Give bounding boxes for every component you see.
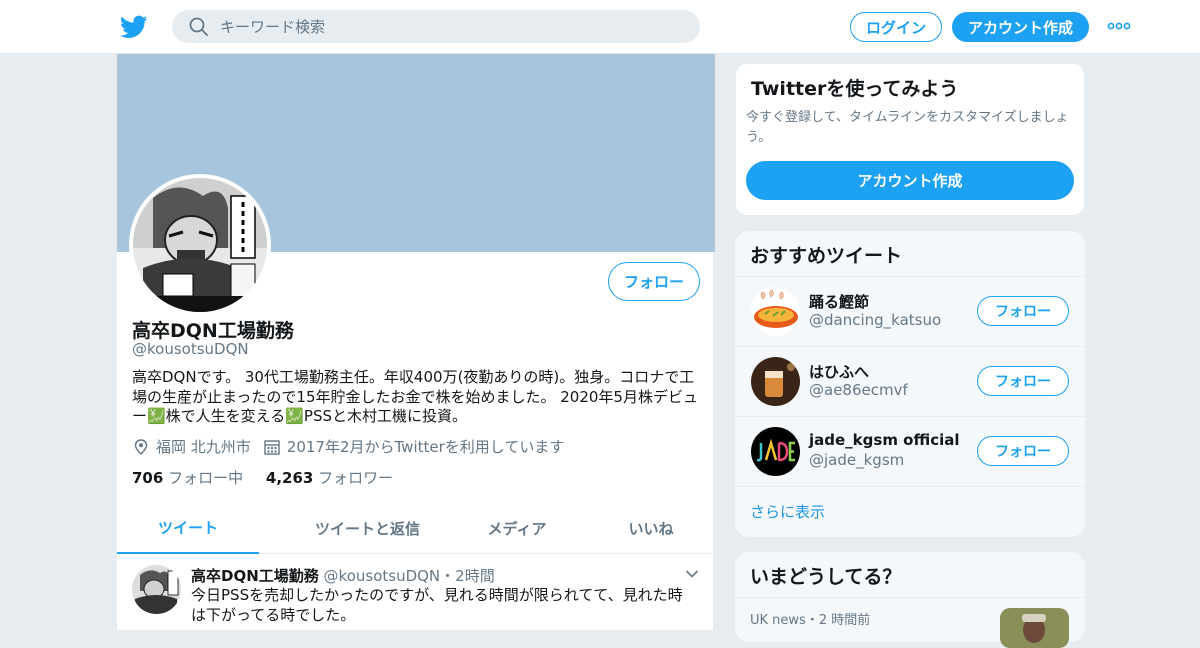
profile-location: 福岡 北九州市 bbox=[156, 438, 251, 456]
tab-likes[interactable]: いいね bbox=[605, 502, 697, 554]
recommended-name[interactable]: jade_kgsm official bbox=[809, 431, 960, 449]
search-box bbox=[172, 10, 700, 43]
twitter-logo-icon[interactable] bbox=[120, 13, 148, 41]
trend-time: 2 時間前 bbox=[818, 613, 871, 628]
signup-button[interactable]: アカウント作成 bbox=[952, 12, 1089, 42]
profile-bio: 高卒DQNです。 30代工場勤務主任。年収400万(夜勤ありの時)。独身。コロナ… bbox=[132, 368, 698, 425]
login-button[interactable]: ログイン bbox=[850, 12, 942, 42]
signup-card-button[interactable]: アカウント作成 bbox=[746, 161, 1074, 200]
recommended-name[interactable]: 踊る鰹節 bbox=[809, 291, 869, 312]
follow-button[interactable]: フォロー bbox=[608, 262, 700, 301]
recommended-handle[interactable]: @jade_kgsm bbox=[809, 451, 904, 469]
tweet-header: 高卒DQN工場勤務 @kousotsuDQN・2時間 bbox=[191, 565, 495, 586]
following-label: フォロー中 bbox=[168, 469, 244, 487]
tab-tweets[interactable]: ツイート bbox=[117, 502, 259, 554]
trends-card: いまどうしてる？ UK news・2 時間前 bbox=[735, 552, 1085, 648]
avatar-image bbox=[133, 178, 267, 312]
followers-label: フォロワー bbox=[318, 469, 394, 487]
recommended-avatar[interactable] bbox=[751, 357, 800, 406]
recommended-name[interactable]: はひふへ bbox=[809, 361, 869, 382]
trend-source: UK news bbox=[750, 613, 806, 628]
followers-count: 4,263 bbox=[265, 469, 314, 487]
top-bar: ログイン アカウント作成 bbox=[0, 0, 1200, 54]
calendar-icon bbox=[264, 439, 280, 455]
profile-joined: 2017年2月からTwitterを利用しています bbox=[286, 438, 565, 456]
show-more-link[interactable]: さらに表示 bbox=[750, 501, 825, 522]
tweet-text: 今日PSSを売却したかったのですが、見れる時間が限られてて、見れた時は下がってる… bbox=[191, 586, 683, 624]
following-count: 706 bbox=[132, 469, 164, 487]
tweet-item[interactable]: 高卒DQN工場勤務 @kousotsuDQN・2時間 今日PSSを売却したかった… bbox=[117, 555, 715, 635]
location-icon bbox=[134, 438, 148, 455]
followers-link[interactable]: 4,263 フォロワー bbox=[266, 469, 393, 487]
profile-handle[interactable]: @kousotsuDQN bbox=[132, 340, 249, 358]
tab-tweets-and-replies[interactable]: ツイートと返信 bbox=[285, 502, 450, 554]
profile-column: フォロー 高卒DQN工場勤務 @kousotsuDQN 高卒DQNです。 30代… bbox=[116, 54, 715, 630]
recommended-follow-button[interactable]: フォロー bbox=[977, 366, 1069, 396]
search-icon bbox=[189, 17, 208, 36]
profile-tabs: ツイート ツイートと返信 メディア いいね bbox=[117, 502, 715, 554]
tweet-avatar[interactable] bbox=[132, 565, 181, 614]
tweet-time[interactable]: 2時間 bbox=[455, 567, 495, 585]
profile-avatar[interactable] bbox=[129, 174, 271, 316]
recommended-follow-button[interactable]: フォロー bbox=[977, 436, 1069, 466]
profile-meta: 福岡 北九州市 2017年2月からTwitterを利用しています bbox=[132, 436, 564, 457]
recommended-avatar[interactable] bbox=[751, 287, 800, 336]
trend-meta[interactable]: UK news・2 時間前 bbox=[750, 609, 870, 628]
signup-card: Twitterを使ってみよう 今すぐ登録して、タイムラインをカスタマイズしましょ… bbox=[735, 63, 1085, 216]
trend-separator: ・ bbox=[805, 613, 819, 628]
signup-card-description: 今すぐ登録して、タイムラインをカスタマイズしましょう。 bbox=[746, 110, 1069, 145]
profile-name: 高卒DQN工場勤務 bbox=[132, 320, 294, 342]
recommended-card: おすすめツイート 踊る鰹節 @dancing_katsuo フォロー はひふへ … bbox=[735, 231, 1085, 537]
recommended-account[interactable]: 踊る鰹節 @dancing_katsuo フォロー bbox=[735, 276, 1085, 346]
recommended-account[interactable]: はひふへ @ae86ecmvf フォロー bbox=[735, 346, 1085, 416]
following-link[interactable]: 706 フォロー中 bbox=[132, 469, 243, 487]
search-input[interactable] bbox=[220, 10, 690, 43]
tweet-separator: ・ bbox=[440, 567, 456, 585]
trend-thumbnail[interactable] bbox=[1000, 608, 1069, 648]
tab-media[interactable]: メディア bbox=[469, 502, 565, 554]
profile-stats: 706 フォロー中 4,263 フォロワー bbox=[132, 467, 393, 488]
signup-card-title: Twitterを使ってみよう bbox=[751, 78, 959, 100]
chevron-down-icon[interactable] bbox=[685, 569, 699, 579]
recommended-handle[interactable]: @ae86ecmvf bbox=[809, 381, 908, 399]
divider bbox=[735, 597, 1085, 598]
recommended-account[interactable]: jade_kgsm official @jade_kgsm フォロー bbox=[735, 416, 1085, 486]
divider bbox=[735, 486, 1085, 487]
trends-title: いまどうしてる？ bbox=[750, 566, 902, 588]
recommended-title: おすすめツイート bbox=[750, 245, 903, 267]
more-options-icon[interactable] bbox=[1107, 21, 1131, 31]
recommended-follow-button[interactable]: フォロー bbox=[977, 296, 1069, 326]
tweet-author-name[interactable]: 高卒DQN工場勤務 bbox=[191, 567, 319, 585]
recommended-avatar[interactable] bbox=[751, 427, 800, 476]
recommended-handle[interactable]: @dancing_katsuo bbox=[809, 311, 941, 329]
tweet-author-handle[interactable]: @kousotsuDQN bbox=[324, 567, 441, 585]
